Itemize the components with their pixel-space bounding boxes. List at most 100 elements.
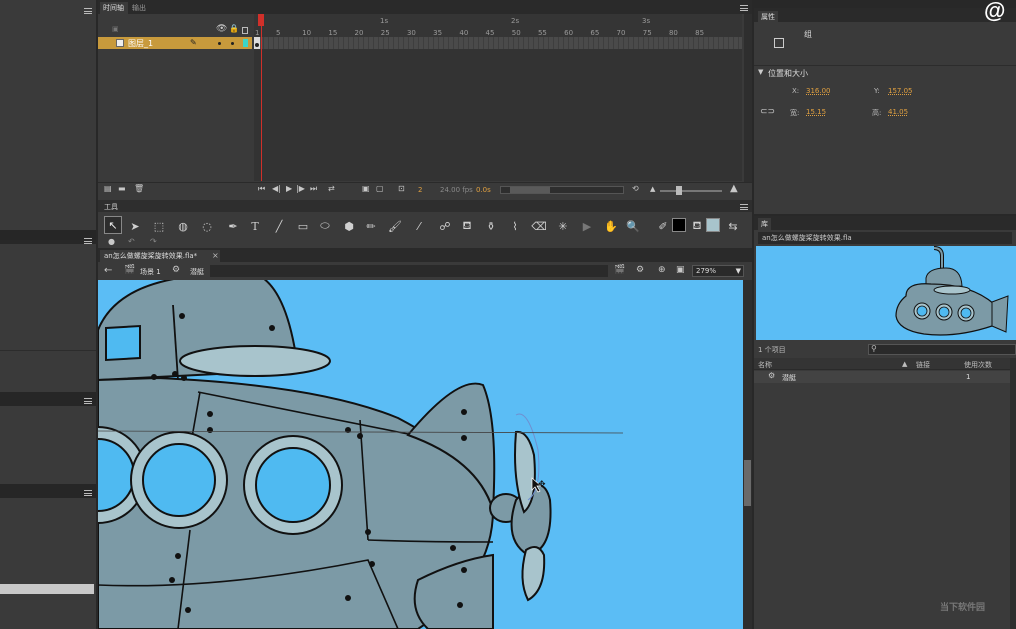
- hand-tool[interactable]: ✋: [602, 218, 620, 234]
- tab-timeline[interactable]: 时间轴: [100, 2, 128, 14]
- center-stage-icon[interactable]: ⊕: [658, 266, 666, 275]
- onion-skin-icon[interactable]: ▣: [362, 185, 370, 193]
- delete-layer-icon[interactable]: 🗑: [134, 185, 144, 193]
- center-frame-icon[interactable]: ⟲: [632, 185, 639, 193]
- camera-tool[interactable]: ▶: [578, 218, 596, 234]
- bone-tool[interactable]: ☍: [436, 218, 454, 234]
- tab-output[interactable]: 输出: [132, 3, 146, 13]
- loop-icon[interactable]: ⇄: [328, 185, 335, 193]
- brush-tool[interactable]: 🖌: [386, 218, 404, 234]
- col-link-header[interactable]: 链接: [916, 360, 930, 370]
- zoom-select[interactable]: 279% ▼: [692, 265, 744, 277]
- lock-icon[interactable]: 🔒: [229, 25, 239, 33]
- timeline-zoom-slider[interactable]: [660, 190, 722, 192]
- subselection-tool[interactable]: ➤: [126, 218, 144, 234]
- stroke-color-pencil-icon[interactable]: ✐: [654, 218, 672, 234]
- zoom-mountain-small-icon[interactable]: ▲: [650, 186, 655, 193]
- layer-visible-dot[interactable]: [218, 42, 221, 45]
- back-arrow-icon[interactable]: ←: [104, 266, 112, 276]
- left-top-menu-icon[interactable]: [84, 8, 92, 14]
- paint-brush-tool[interactable]: ⁄: [410, 218, 428, 234]
- play-icon[interactable]: ▶: [286, 185, 292, 193]
- zoom-tool[interactable]: 🔍: [624, 218, 642, 234]
- sort-icon[interactable]: ▲: [902, 360, 907, 368]
- edit-scene-icon[interactable]: 🎬: [614, 266, 625, 275]
- eye-icon[interactable]: 👁: [216, 25, 227, 34]
- smooth-icon[interactable]: ↷: [150, 238, 157, 246]
- tools-menu-icon[interactable]: [740, 204, 748, 210]
- frame-grid[interactable]: [254, 37, 742, 49]
- section-toggle-icon[interactable]: ▼: [758, 68, 763, 76]
- last-frame-icon[interactable]: ⏭: [310, 185, 317, 193]
- layer-folder-icon[interactable]: ▣: [112, 26, 119, 33]
- layer-lock-dot[interactable]: [231, 42, 234, 45]
- text-tool[interactable]: T: [246, 218, 264, 234]
- pencil-tool[interactable]: ✏: [362, 218, 380, 234]
- next-frame-icon[interactable]: |▶: [296, 185, 305, 193]
- h-value[interactable]: 41.05: [888, 108, 908, 116]
- current-frame[interactable]: 2: [418, 186, 422, 194]
- section-title[interactable]: 位置和大小: [768, 68, 808, 79]
- line-tool[interactable]: ╱: [270, 218, 288, 234]
- fill-color-swatch[interactable]: [706, 218, 720, 232]
- stage-canvas[interactable]: ✥: [98, 280, 743, 629]
- zoom-mountain-large-icon[interactable]: ▲: [730, 184, 738, 194]
- edit-symbol-icon[interactable]: ⚙: [636, 266, 644, 275]
- swap-colors-icon[interactable]: ⇆: [724, 218, 742, 234]
- eyedropper-tool[interactable]: ⌇: [506, 218, 524, 234]
- elapsed-time[interactable]: 0.0s: [476, 186, 491, 194]
- library-vscroll[interactable]: [1010, 358, 1016, 629]
- document-tab-close-icon[interactable]: ×: [212, 251, 219, 260]
- breadcrumb-symbol[interactable]: 潜艇: [190, 267, 204, 277]
- new-layer-icon[interactable]: ▤: [104, 185, 112, 193]
- x-value[interactable]: 316.00: [806, 87, 831, 95]
- col-name-header[interactable]: 名称: [758, 360, 772, 370]
- polystar-tool[interactable]: ⬢: [340, 218, 358, 234]
- document-tab[interactable]: an怎么做螺旋桨旋转效果.fla*: [100, 250, 220, 262]
- prev-frame-icon[interactable]: ◀|: [272, 185, 281, 193]
- library-file-select[interactable]: an怎么做螺旋桨旋转效果.fla: [758, 232, 1012, 244]
- free-transform-tool[interactable]: ⬚: [150, 218, 168, 234]
- stage-vscroll-thumb[interactable]: [744, 460, 751, 506]
- timeline-hscroll-thumb[interactable]: [510, 187, 550, 193]
- object-drawing-icon[interactable]: ●: [108, 238, 115, 246]
- clip-stage-icon[interactable]: ▣: [676, 266, 685, 275]
- timeline-zoom-handle[interactable]: [676, 186, 682, 195]
- stage[interactable]: ✥: [98, 280, 743, 629]
- library-item-name[interactable]: 潜艇: [782, 373, 796, 383]
- left-panel-menu-icon-3[interactable]: [84, 490, 92, 496]
- library-title[interactable]: 库: [758, 218, 771, 230]
- snap-icon[interactable]: ↶: [128, 238, 135, 246]
- eraser-tool[interactable]: ⌫: [530, 218, 548, 234]
- outline-icon[interactable]: [242, 27, 248, 34]
- oval-tool[interactable]: ⬭: [316, 218, 334, 234]
- frame-rate[interactable]: 24.00 fps: [440, 186, 473, 194]
- stroke-color-swatch[interactable]: [672, 218, 686, 232]
- y-value[interactable]: 157.05: [888, 87, 913, 95]
- new-folder-icon[interactable]: ▬: [118, 185, 126, 193]
- left-panel-menu-icon-2[interactable]: [84, 398, 92, 404]
- breadcrumb-scene[interactable]: 场景 1: [140, 267, 161, 277]
- paint-bucket-tool[interactable]: ⛾: [458, 218, 476, 234]
- link-constrain-icon[interactable]: ⊂⊃: [760, 108, 775, 117]
- timeline-menu-icon[interactable]: [740, 5, 748, 11]
- width-tool[interactable]: ✳: [554, 218, 572, 234]
- timeline-vscroll[interactable]: [744, 14, 752, 182]
- properties-title[interactable]: 属性: [758, 11, 778, 23]
- w-value[interactable]: 15.15: [806, 108, 826, 116]
- left-panel-scrollbar[interactable]: [0, 584, 94, 594]
- library-search-input[interactable]: [868, 344, 1016, 355]
- 3d-rotation-tool[interactable]: ◍: [174, 218, 192, 234]
- pen-tool[interactable]: ✒: [224, 218, 242, 234]
- layer-name[interactable]: 图层_1: [128, 38, 153, 49]
- first-frame-icon[interactable]: ⏮: [258, 185, 265, 193]
- col-use-header[interactable]: 使用次数: [964, 360, 992, 370]
- stage-vscroll[interactable]: [743, 280, 752, 629]
- ink-bottle-tool[interactable]: ⚱: [482, 218, 500, 234]
- layer-color-swatch[interactable]: [243, 39, 248, 47]
- selection-tool[interactable]: ↖: [104, 216, 122, 234]
- onion-outline-icon[interactable]: ▢: [376, 185, 384, 193]
- rectangle-tool[interactable]: ▭: [294, 218, 312, 234]
- edit-multiple-icon[interactable]: ⊡: [398, 185, 405, 193]
- playhead-marker[interactable]: [258, 14, 264, 26]
